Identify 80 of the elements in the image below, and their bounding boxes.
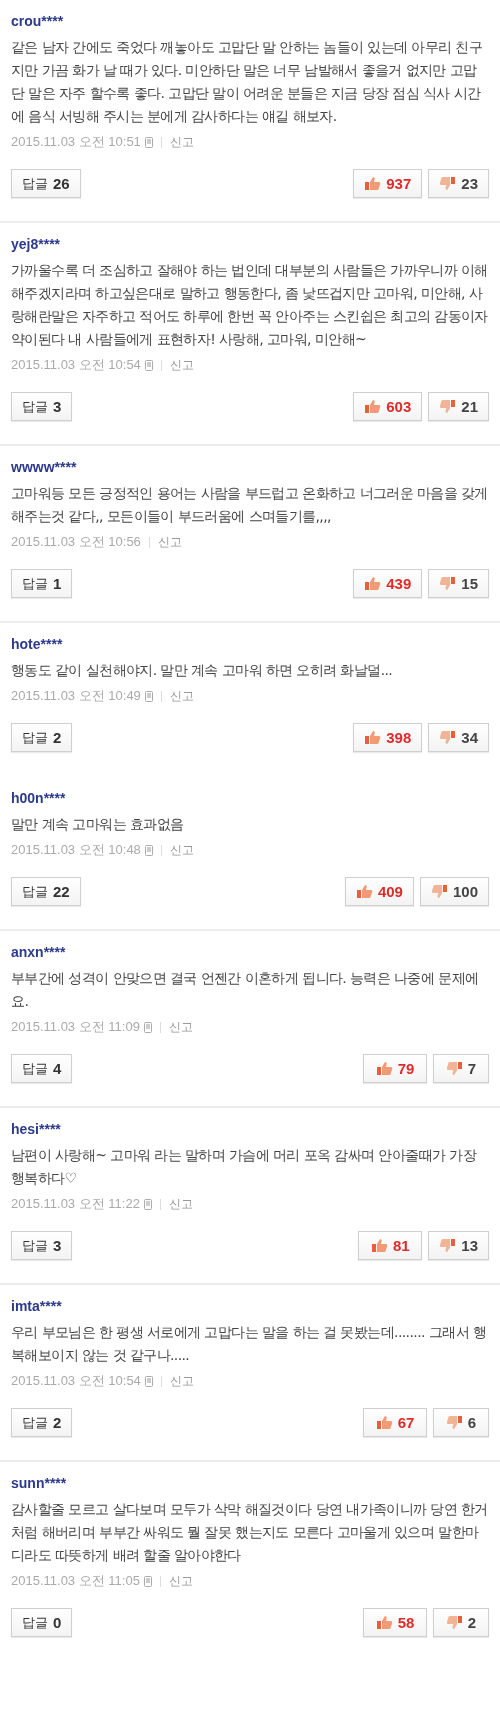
thumbs-down-icon [445, 1415, 463, 1430]
mobile-icon [144, 1375, 153, 1387]
username: yej8**** [11, 235, 62, 254]
thumbs-up-icon [364, 730, 382, 745]
dislike-button[interactable]: 21 [428, 392, 489, 421]
like-button[interactable]: 79 [363, 1054, 427, 1083]
comment-text: 말만 계속 고마워는 효과없음 [11, 815, 185, 834]
mobile-icon [144, 690, 153, 702]
thumbs-up-icon [370, 1238, 388, 1253]
thumbs-up-icon [364, 399, 382, 414]
dislike-button[interactable]: 34 [428, 723, 489, 752]
thumbs-up-icon [375, 1415, 393, 1430]
username: sunn**** [11, 1474, 68, 1493]
comment-text: 부부간에 성격이 안맞으면 결국 언젠간 이혼하게 됩니다. 능력은 나중에 문제에요. [11, 969, 480, 1011]
mobile-icon [143, 1575, 152, 1587]
thumbs-down-icon [439, 399, 457, 414]
comment-text: 행동도 같이 실천해야지. 말만 계속 고마워 하면 오히려 화날덜... [11, 661, 394, 680]
mobile-icon [144, 359, 153, 371]
like-button[interactable]: 58 [363, 1608, 427, 1637]
username: wwww**** [11, 458, 78, 477]
reply-button[interactable]: 답글 3 [11, 392, 73, 421]
dislike-button[interactable]: 100 [419, 877, 489, 906]
like-button[interactable]: 81 [358, 1231, 423, 1260]
comment-date: 2015.11.03 오전 10:54 [11, 1372, 141, 1390]
mobile-icon [143, 1198, 152, 1210]
username: hote**** [11, 635, 64, 654]
username: hesi**** [11, 1120, 62, 1139]
comment-date: 2015.11.03 오전 10:51 [11, 133, 141, 151]
like-button[interactable]: 603 [353, 392, 423, 421]
thumbs-down-icon [430, 884, 448, 899]
like-button[interactable]: 439 [353, 569, 423, 598]
thumbs-up-icon [364, 576, 382, 591]
thumbs-down-icon [439, 1238, 457, 1253]
username: crou**** [11, 12, 65, 31]
thumbs-up-icon [364, 176, 382, 191]
dislike-button[interactable]: 15 [428, 569, 489, 598]
thumbs-up-icon [375, 1061, 393, 1076]
mobile-icon [144, 136, 153, 148]
comment-date: 2015.11.03 오전 10:48 [11, 841, 141, 859]
thumbs-down-icon [439, 176, 457, 191]
thumbs-up-icon [355, 884, 373, 899]
like-button[interactable]: 409 [344, 877, 414, 906]
comment-date: 2015.11.03 오전 10:56 [11, 533, 141, 551]
dislike-button[interactable]: 2 [433, 1608, 489, 1637]
username: h00n**** [11, 789, 67, 808]
mobile-icon [143, 1021, 152, 1033]
reply-button[interactable]: 답글 3 [11, 1231, 73, 1260]
reply-button[interactable]: 답글 4 [11, 1054, 73, 1083]
like-button[interactable]: 67 [363, 1408, 427, 1437]
comment-text: 남편이 사랑해~ 고마워 라는 말하며 가슴에 머리 포옥 감싸며 안아줄때가 가장 행복하다♡ [11, 1146, 478, 1188]
reply-button[interactable]: 답글 22 [11, 877, 81, 906]
comment-date: 2015.11.03 오전 10:49 [11, 687, 141, 705]
comment-text: 고마워등 모든 긍정적인 용어는 사람을 부드럽고 온화하고 너그러운 마음을 갖게 해주는것 같다,, 모든이들이 부드러움에 스며들기를,,,, [11, 484, 489, 526]
reply-button[interactable]: 답글 1 [11, 569, 73, 598]
thumbs-down-icon [445, 1061, 463, 1076]
reply-button[interactable]: 답글 0 [11, 1608, 73, 1637]
reply-button[interactable]: 답글 2 [11, 723, 73, 752]
like-button[interactable]: 398 [353, 723, 423, 752]
thumbs-down-icon [439, 576, 457, 591]
dislike-button[interactable]: 7 [433, 1054, 489, 1083]
username: imta**** [11, 1297, 63, 1316]
dislike-button[interactable]: 13 [428, 1231, 489, 1260]
dislike-button[interactable]: 6 [433, 1408, 489, 1437]
comment-text: 같은 남자 간에도 죽었다 깨놓아도 고맙단 말 안하는 놈들이 있는데 아무리 친구지만 가끔 화가 날 때가 있다. 미안하단 말은 너무 남발해서 좋을거 없지만 고맙단 말은 자주 할수록 좋다. 고맙단 말이 어려운 분들은 지금 당장 점심 식사 시간에 음식 서빙해 주시는 분에게 감사하다는 얘길 해보자. [11, 38, 484, 126]
thumbs-down-icon [439, 730, 457, 745]
like-button[interactable]: 937 [353, 169, 423, 198]
comment-date: 2015.11.03 오전 11:22 [11, 1195, 140, 1213]
reply-button[interactable]: 답글 2 [11, 1408, 73, 1437]
comment-text: 가까울수록 더 조심하고 잘해야 하는 법인데 대부분의 사람들은 가까우니까 이해해주겠지라며 하고싶은대로 말하고 행동한다, 좀 낯뜨겁지만 고마워, 미안해, 사랑해란말은 자주하고 적어도 하루에 한번 꼭 안아주는 스킨쉽은 최고의 감동이자 약이된다 내 사람들에게 표현하자! 사랑해, 고마워, 미안해~ [11, 261, 489, 349]
comment-text: 우리 부모님은 한 평생 서로에게 고맙다는 말을 하는 걸 못봤는데........ 그래서 행복해보이지 않는 것 같구나..... [11, 1323, 488, 1365]
reply-button[interactable]: 답글 26 [11, 169, 81, 198]
thumbs-down-icon [445, 1615, 463, 1630]
comment-date: 2015.11.03 오전 10:54 [11, 356, 141, 374]
thumbs-up-icon [375, 1615, 393, 1630]
mobile-icon [144, 844, 153, 856]
username: anxn**** [11, 943, 67, 962]
dislike-button[interactable]: 23 [428, 169, 489, 198]
comment-date: 2015.11.03 오전 11:09 [11, 1018, 140, 1036]
comment-date: 2015.11.03 오전 11:05 [11, 1572, 140, 1590]
comment-text: 감사할줄 모르고 살다보며 모두가 삭막 해질것이다 당연 내가족이니까 당연 한거처럼 해버리며 부부간 싸워도 뭘 잘못 했는지도 모른다 고마울게 있으며 말한마디라도 따뜻하게 배려 할줄 알아야한다 [11, 1500, 489, 1565]
